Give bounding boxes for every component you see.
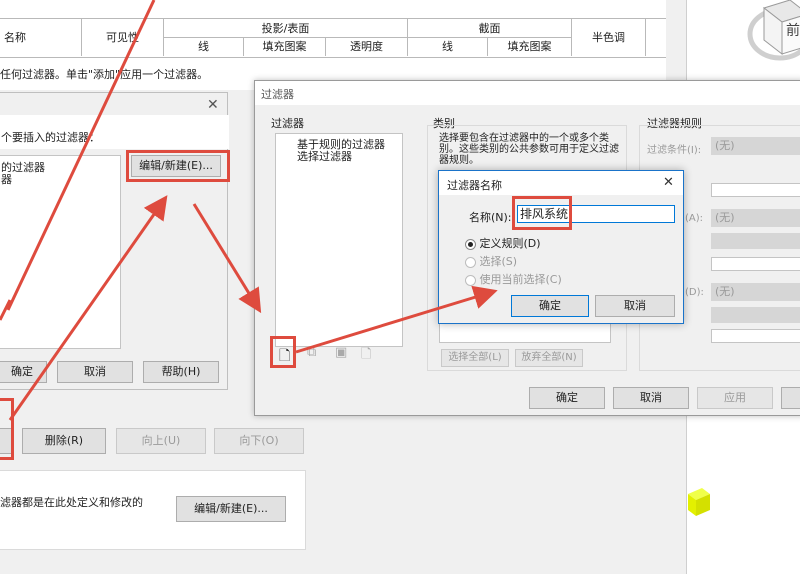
arrow-edit-to-new-icon xyxy=(192,203,262,314)
arrow-top-line xyxy=(6,0,156,311)
annotation-arrows xyxy=(0,0,498,421)
arrow-add-to-edit xyxy=(8,195,168,421)
arrow-new-icon-to-name xyxy=(295,285,498,354)
